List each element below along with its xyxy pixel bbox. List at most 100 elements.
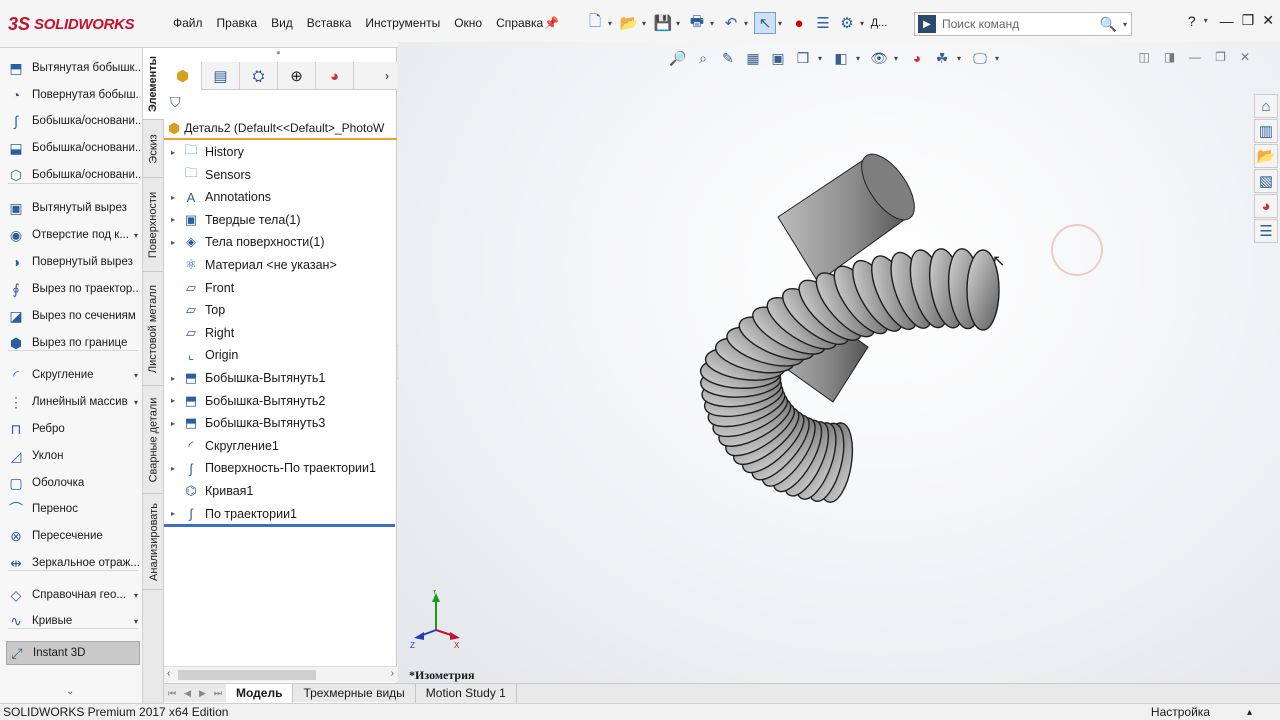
tab-navigation[interactable]: ⏮ ◀ ▶ ⏭ [164,688,226,699]
expand-arrow-icon[interactable]: ▸ [164,509,182,518]
chevron-down-icon[interactable]: ▾ [856,54,864,63]
tree-item[interactable]: ⚛ Материал <не указан> [164,254,397,276]
tab-weldments[interactable]: Сварные детали [143,386,164,494]
command-curves[interactable]: ∿ Кривые ▾ [6,609,140,633]
display-manager-tab[interactable]: ◕ [316,62,354,90]
tree-item[interactable]: ▸ ⬒ Бобышка-Вытянуть3 [164,412,397,434]
viewport-restore-icon[interactable]: ❐ [1215,50,1226,64]
view-settings-icon[interactable]: 🖵 [970,48,990,68]
design-library-icon[interactable]: ▥ [1254,119,1278,143]
select-arrow-icon[interactable]: ↖ [754,12,776,34]
chevron-down-icon[interactable]: ▾ [642,19,650,28]
chevron-down-icon[interactable]: ▾ [710,19,718,28]
chevron-down-icon[interactable]: ▾ [134,398,140,407]
options-gear-icon[interactable]: ⚙ [836,12,858,34]
tree-item[interactable]: ⌞ Origin [164,344,397,366]
apply-scene-icon[interactable]: ☘ [932,48,952,68]
scroll-right-icon[interactable]: › [391,668,394,679]
tab-model[interactable]: Модель [226,683,294,703]
menu-file[interactable]: Файл [166,16,210,30]
part-name[interactable]: ⬢ Деталь2 (Default<<Default>_PhotoW [164,118,397,140]
chevron-down-icon[interactable]: ▾ [957,54,965,63]
tab-sketch[interactable]: Эскиз [143,120,164,178]
tab-evaluate[interactable]: Анализировать [143,494,164,590]
command-shell[interactable]: ▢ Оболочка [6,471,140,495]
command-wrap[interactable]: ⌒ Перенос [6,497,140,521]
view-palette-icon[interactable]: ▧ [1254,169,1278,193]
expand-arrow-icon[interactable]: ▸ [164,419,182,428]
display-style-icon[interactable]: ◧ [831,48,851,68]
expand-arrow-icon[interactable]: ▸ [164,215,182,224]
chevron-down-icon[interactable]: ▾ [778,19,786,28]
rollback-bar[interactable] [164,524,395,527]
chevron-down-icon[interactable]: ▾ [1123,20,1131,29]
tree-item[interactable]: ▱ Right [164,322,397,344]
tree-item[interactable]: ⌬ Кривая1 [164,480,397,502]
splitter-handle[interactable]: ● [276,48,281,57]
command-linear-pattern[interactable]: ⋮ Линейный массив ▾ [6,390,140,414]
open-icon[interactable]: 📂 [618,12,640,34]
command-instant-3d[interactable]: ⤢ Instant 3D [6,641,140,665]
chevron-down-icon[interactable]: ▾ [134,591,140,600]
help-icon[interactable]: ? [1188,13,1196,29]
close-icon[interactable]: ✕ [1262,12,1274,29]
tree-item[interactable]: ▸ A Annotations [164,186,397,208]
expand-arrow-icon[interactable]: ▸ [164,193,182,202]
scroll-left-icon[interactable]: ‹ [167,668,170,679]
menu-view[interactable]: Вид [264,16,300,30]
menu-insert[interactable]: Вставка [300,16,359,30]
viewport-close-icon[interactable]: ✕ [1240,50,1250,64]
print-icon[interactable]: 🖶 [686,12,708,34]
tree-item[interactable]: ▱ Top [164,299,397,321]
chevron-double-down-icon[interactable]: ⌄ [66,686,74,697]
traffic-light-icon[interactable]: ● [788,12,810,34]
tab-3d-views[interactable]: Трехмерные виды [293,683,416,703]
command-loft-boss[interactable]: ⬓ Бобышка/основани... [6,136,140,160]
expand-arrow-icon[interactable]: ▸ [164,148,182,157]
viewport-tile-icon[interactable]: ◫ [1138,50,1149,64]
command-fillet[interactable]: ◜ Скругление ▾ [6,363,140,387]
tab-surfaces[interactable]: Поверхности [143,178,164,272]
command-hole-wizard[interactable]: ◉ Отверстие под к... ▾ [6,223,140,247]
undo-icon[interactable]: ↶ [720,12,742,34]
view-orientation-icon[interactable]: ❒ [793,48,813,68]
filter-icon[interactable]: ⛉ [170,94,181,111]
viewport-minimize-icon[interactable]: — [1189,50,1201,64]
previous-view-icon[interactable]: ✎ [718,48,738,68]
tree-item[interactable]: ▸ ◈ Тела поверхности(1) [164,231,397,253]
command-extrude-cut[interactable]: ▣ Вытянутый вырез [6,196,140,220]
command-revolve-cut[interactable]: ◑ Повернутый вырез [6,250,140,274]
expand-arrow-icon[interactable]: ▸ [164,464,182,473]
configuration-manager-tab[interactable]: ⛭ [240,62,278,90]
command-intersect[interactable]: ⊗ Пересечение [6,524,140,548]
pin-icon[interactable]: 📌 [544,16,559,30]
chevron-down-icon[interactable]: ▾ [676,19,684,28]
tree-item[interactable]: ▸ ∫ По траектории1 [164,503,397,525]
chevron-down-icon[interactable]: ▾ [995,54,1003,63]
restore-icon[interactable]: ❐ [1242,12,1255,29]
command-rib[interactable]: ⊓ Ребро [6,417,140,441]
appearances-icon[interactable]: ◕ [1254,194,1278,218]
viewport-tile2-icon[interactable]: ◨ [1164,50,1175,64]
tree-item[interactable]: ▸ ∫ Поверхность-По траектории1 [164,457,397,479]
scroll-thumb[interactable] [178,670,316,680]
minimize-icon[interactable]: — [1220,13,1234,29]
customize-label[interactable]: Настройка [1151,705,1210,719]
search-icon[interactable]: 🔍 [1100,16,1117,33]
menu-help[interactable]: Справка [489,16,550,30]
horizontal-scrollbar[interactable]: ‹ › [164,666,397,682]
chevron-down-icon[interactable]: ▾ [134,617,140,626]
file-properties-icon[interactable]: ☰ [812,12,834,34]
tree-item[interactable]: ▸ 🗀 History [164,141,397,163]
save-icon[interactable]: 💾 [652,12,674,34]
command-sweep-cut[interactable]: ∮ Вырез по траектор... [6,277,140,301]
chevron-right-icon[interactable]: › [377,62,397,89]
zoom-to-area-icon[interactable]: ⌕ [693,48,713,68]
expand-arrow-icon[interactable]: ▸ [164,396,182,405]
tree-item[interactable]: ◜ Скругление1 [164,435,397,457]
toolbar-overflow[interactable]: Д... [870,12,888,34]
command-mirror[interactable]: ⇹ Зеркальное отраж... [6,551,140,575]
menu-edit[interactable]: Правка [210,16,265,30]
menu-tools[interactable]: Инструменты [358,16,447,30]
tree-item[interactable]: 🗀 Sensors [164,164,397,186]
